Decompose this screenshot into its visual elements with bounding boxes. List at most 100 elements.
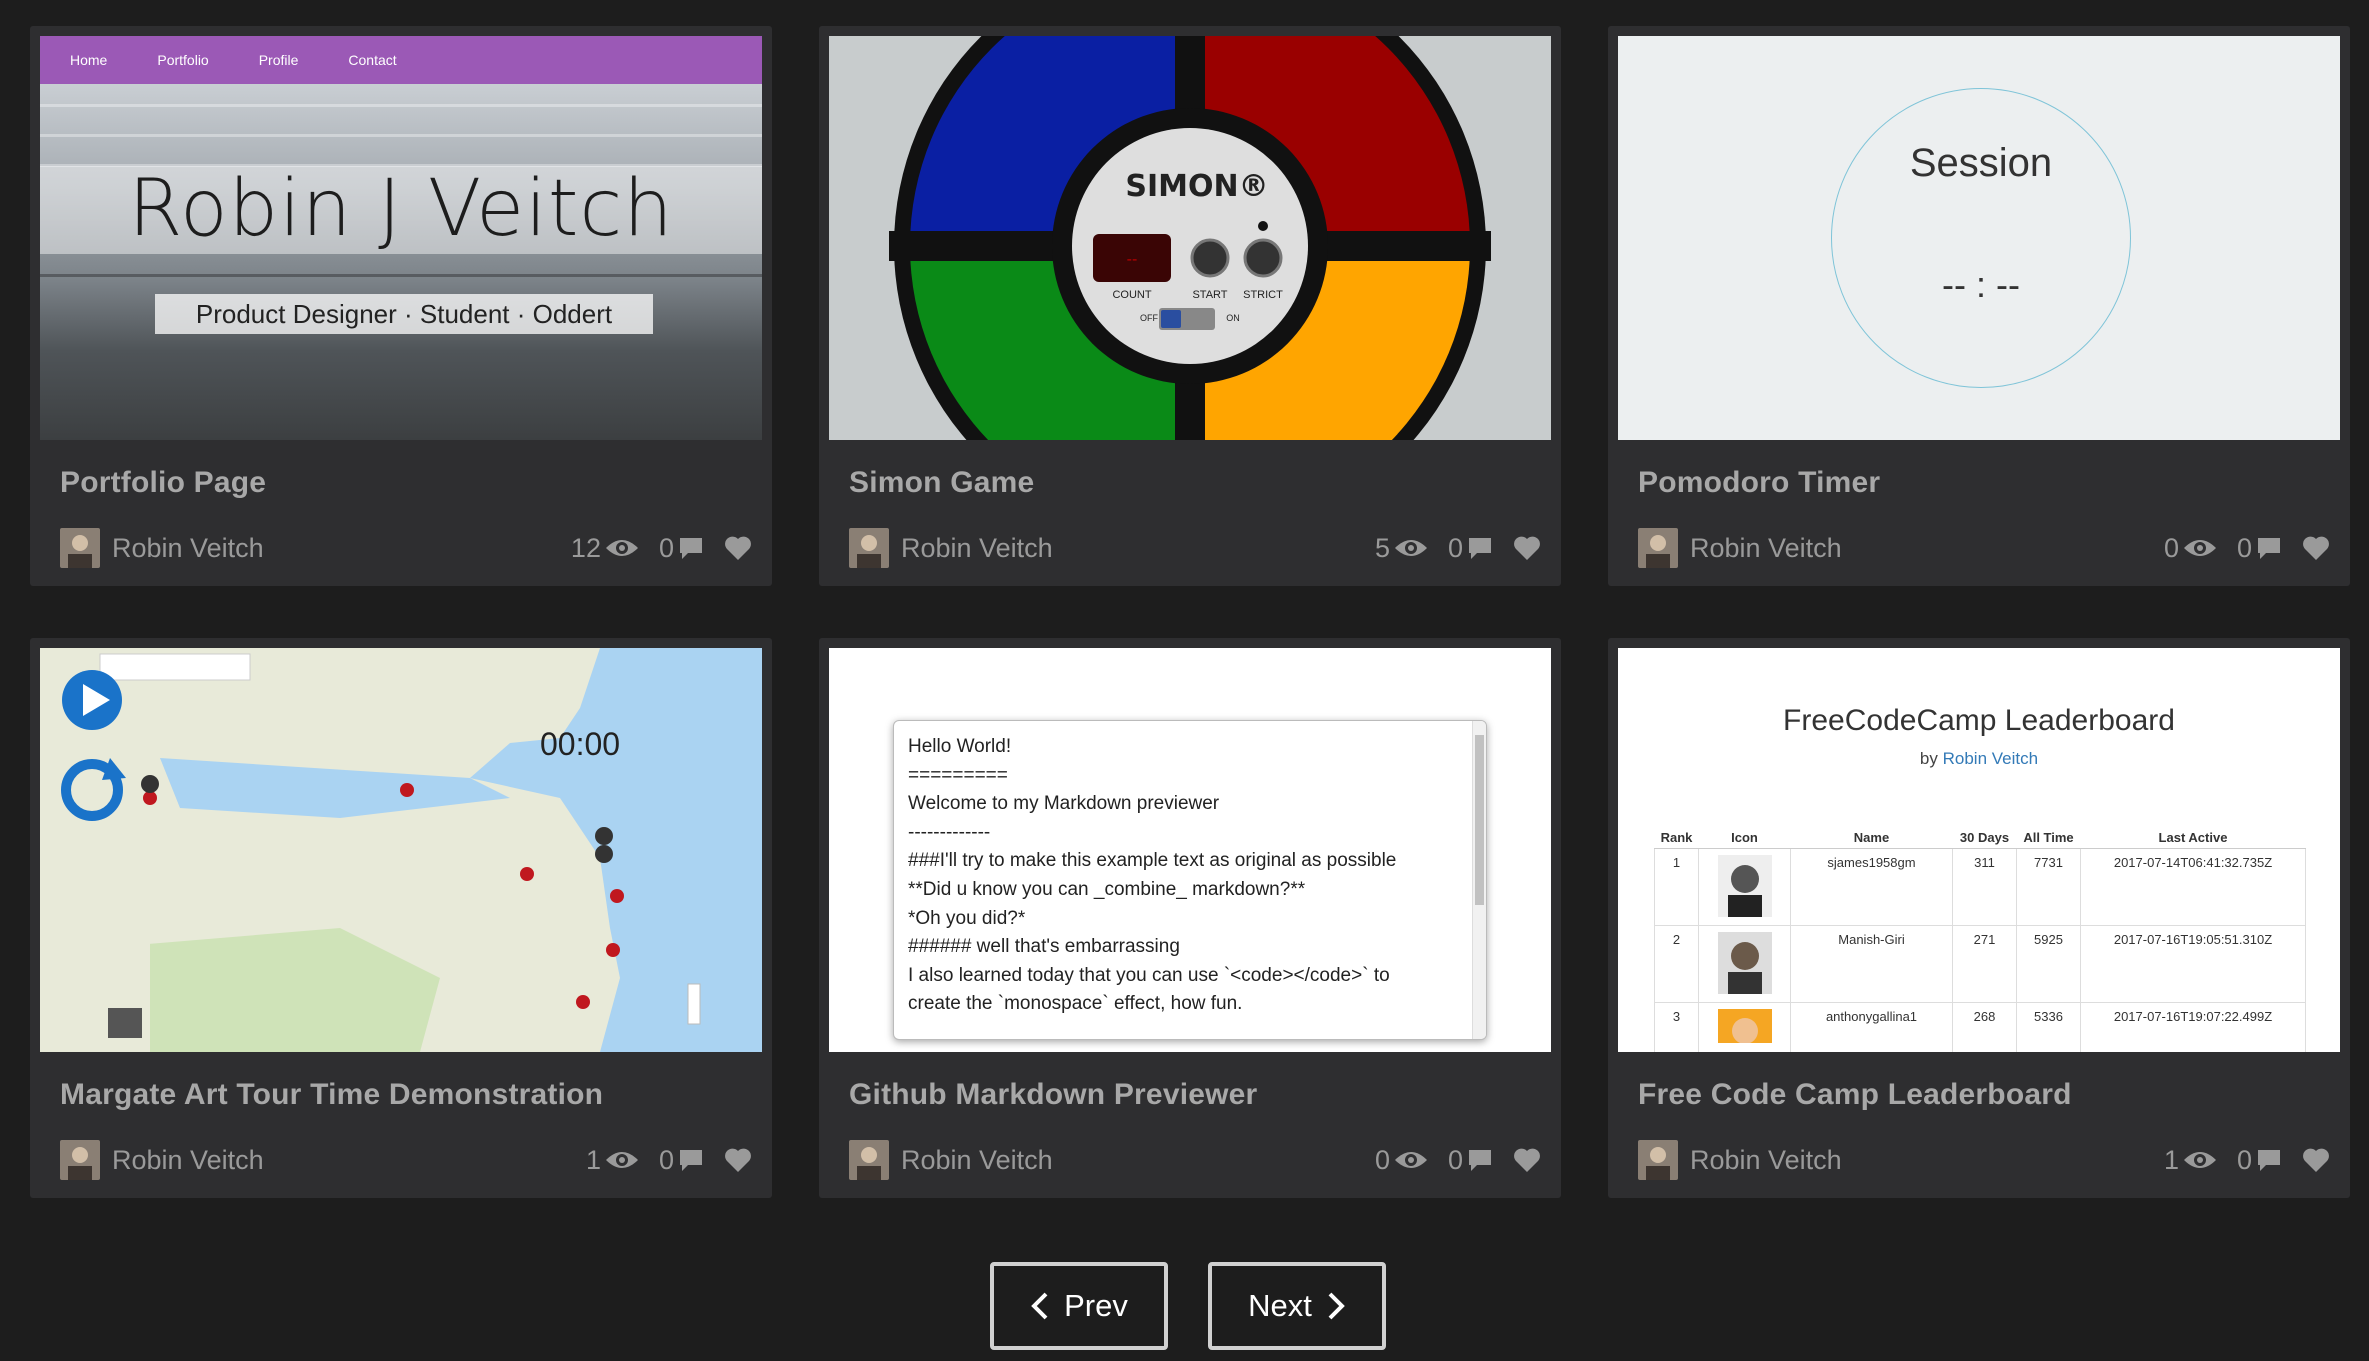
heart-icon[interactable]	[724, 535, 752, 561]
strict-button	[1243, 238, 1283, 278]
author-link[interactable]: Robin Veitch	[1943, 749, 2038, 768]
heart-icon[interactable]	[1513, 535, 1541, 561]
pen-card-pomodoro[interactable]: Session -- : -- Pomodoro Timer Robin Vei…	[1608, 26, 2350, 586]
author-name[interactable]: Robin Veitch	[901, 1145, 1375, 1176]
views-count: 1	[2164, 1145, 2217, 1176]
markdown-line: Welcome to my Markdown previewer	[908, 793, 1220, 815]
col-30days[interactable]: 30 Days	[1952, 828, 2017, 849]
author-name[interactable]: Robin Veitch	[1690, 533, 2164, 564]
table-row: 3 anthonygallina1 268 5336 2017-07-16T19…	[1654, 1001, 2306, 1052]
col-name: Name	[1790, 828, 1953, 849]
card-meta: Robin Veitch 5 0	[849, 526, 1541, 570]
heart-button[interactable]	[1513, 535, 1541, 561]
heart-icon[interactable]	[724, 1147, 752, 1173]
avatar[interactable]	[849, 528, 889, 568]
pen-card-leaderboard[interactable]: FreeCodeCamp Leaderboard by Robin Veitch…	[1608, 638, 2350, 1198]
author-name[interactable]: Robin Veitch	[1690, 1145, 2164, 1176]
next-button[interactable]: Next	[1208, 1262, 1386, 1350]
pen-thumbnail[interactable]: FreeCodeCamp Leaderboard by Robin Veitch…	[1618, 648, 2340, 1052]
card-title[interactable]: Portfolio Page	[60, 466, 266, 500]
portfolio-nav: Home Portfolio Profile Contact	[40, 36, 762, 84]
heart-button[interactable]	[1513, 1147, 1541, 1173]
pen-card-margate[interactable]: 00:00 Margate Art Tour Time Demonstratio…	[30, 638, 772, 1198]
map-view	[40, 648, 762, 1052]
portfolio-hero-image	[40, 84, 762, 440]
heart-button[interactable]	[724, 1147, 752, 1173]
avatar[interactable]	[1638, 528, 1678, 568]
views-count: 0	[1375, 1145, 1428, 1176]
portfolio-name: Robin J Veitch	[128, 164, 674, 254]
comment-icon	[2258, 538, 2280, 559]
col-icon: Icon	[1698, 828, 1791, 849]
markdown-line: ###I'll try to make this example text as…	[908, 850, 1397, 872]
avatar[interactable]	[60, 528, 100, 568]
card-title[interactable]: Simon Game	[849, 466, 1034, 500]
heart-icon[interactable]	[1513, 1147, 1541, 1173]
views-count: 5	[1375, 533, 1428, 564]
svg-text:STRICT: STRICT	[1243, 289, 1283, 301]
pen-thumbnail[interactable]: Home Portfolio Profile Contact Robin J V…	[40, 36, 762, 440]
author-name[interactable]: Robin Veitch	[112, 1145, 586, 1176]
comment-icon	[680, 538, 702, 559]
views-count: 0	[2164, 533, 2217, 564]
markdown-line: **Did u know you can _combine_ markdown?…	[908, 878, 1306, 900]
comments-count: 0	[1448, 1145, 1493, 1176]
eye-icon	[1394, 1152, 1427, 1168]
pen-thumbnail[interactable]: SIMON® -- COUNT START STRICT OFF ON	[829, 36, 1551, 440]
pen-thumbnail[interactable]: Hello World! ========= Welcome to my Mar…	[829, 648, 1551, 1052]
heart-icon[interactable]	[2302, 535, 2330, 561]
leaderboard-table: Rank Icon Name 30 Days All Time Last Act…	[1654, 828, 2306, 1052]
markdown-line: Hello World!	[908, 736, 1012, 757]
card-meta: Robin Veitch 0 0	[1638, 526, 2330, 570]
pen-card-portfolio[interactable]: Home Portfolio Profile Contact Robin J V…	[30, 26, 772, 586]
user-avatar	[1698, 847, 1791, 926]
comments-count: 0	[659, 1145, 704, 1176]
tour-timer: 00:00	[540, 726, 621, 762]
comment-icon	[680, 1150, 702, 1171]
heart-button[interactable]	[724, 535, 752, 561]
author-name[interactable]: Robin Veitch	[901, 533, 1375, 564]
comments-count: 0	[1448, 533, 1493, 564]
avatar[interactable]	[849, 1140, 889, 1180]
timer-display: -- : --	[1942, 264, 2020, 305]
heart-button[interactable]	[2302, 535, 2330, 561]
eye-icon	[2183, 540, 2216, 556]
avatar[interactable]	[1638, 1140, 1678, 1180]
markdown-line: *Oh you did?*	[908, 907, 1026, 929]
pen-thumbnail[interactable]: 00:00	[40, 648, 762, 1052]
card-meta: Robin Veitch 1 0	[60, 1138, 752, 1182]
simon-count-display: --	[1127, 251, 1138, 268]
session-label: Session	[1909, 141, 2053, 185]
col-rank[interactable]: Rank	[1654, 828, 1699, 849]
card-title[interactable]: Github Markdown Previewer	[849, 1078, 1257, 1112]
col-alltime[interactable]: All Time	[2016, 828, 2081, 849]
comments-count: 0	[659, 533, 704, 564]
chevron-left-icon	[1031, 1292, 1048, 1320]
pen-card-markdown[interactable]: Hello World! ========= Welcome to my Mar…	[819, 638, 1561, 1198]
markdown-textarea[interactable]: Hello World! ========= Welcome to my Mar…	[893, 720, 1487, 1040]
author-name[interactable]: Robin Veitch	[112, 533, 571, 564]
simon-board: SIMON® -- COUNT START STRICT OFF ON	[889, 36, 1491, 440]
scrollbar[interactable]	[1472, 721, 1486, 1039]
pen-thumbnail[interactable]: Session -- : --	[1618, 36, 2340, 440]
comments-count: 0	[2237, 533, 2282, 564]
avatar[interactable]	[60, 1140, 100, 1180]
nav-profile: Profile	[258, 52, 299, 68]
svg-text:ON: ON	[1226, 313, 1240, 323]
comment-icon	[2258, 1150, 2280, 1171]
heart-button[interactable]	[2302, 1147, 2330, 1173]
card-meta: Robin Veitch 0 0	[849, 1138, 1541, 1182]
heart-icon[interactable]	[2302, 1147, 2330, 1173]
prev-button[interactable]: Prev	[990, 1262, 1168, 1350]
user-avatar	[1698, 924, 1791, 1003]
leaderboard-title: FreeCodeCamp Leaderboard	[1783, 704, 2175, 737]
pen-card-simon[interactable]: SIMON® -- COUNT START STRICT OFF ON Simo…	[819, 26, 1561, 586]
eye-icon	[1394, 540, 1427, 556]
timer-circle	[1831, 88, 2131, 388]
chevron-right-icon	[1328, 1292, 1345, 1320]
eye-icon	[2183, 1152, 2216, 1168]
card-title[interactable]: Free Code Camp Leaderboard	[1638, 1078, 2072, 1112]
card-title[interactable]: Pomodoro Timer	[1638, 466, 1880, 500]
card-title[interactable]: Margate Art Tour Time Demonstration	[60, 1078, 603, 1112]
comment-icon	[1469, 538, 1491, 559]
